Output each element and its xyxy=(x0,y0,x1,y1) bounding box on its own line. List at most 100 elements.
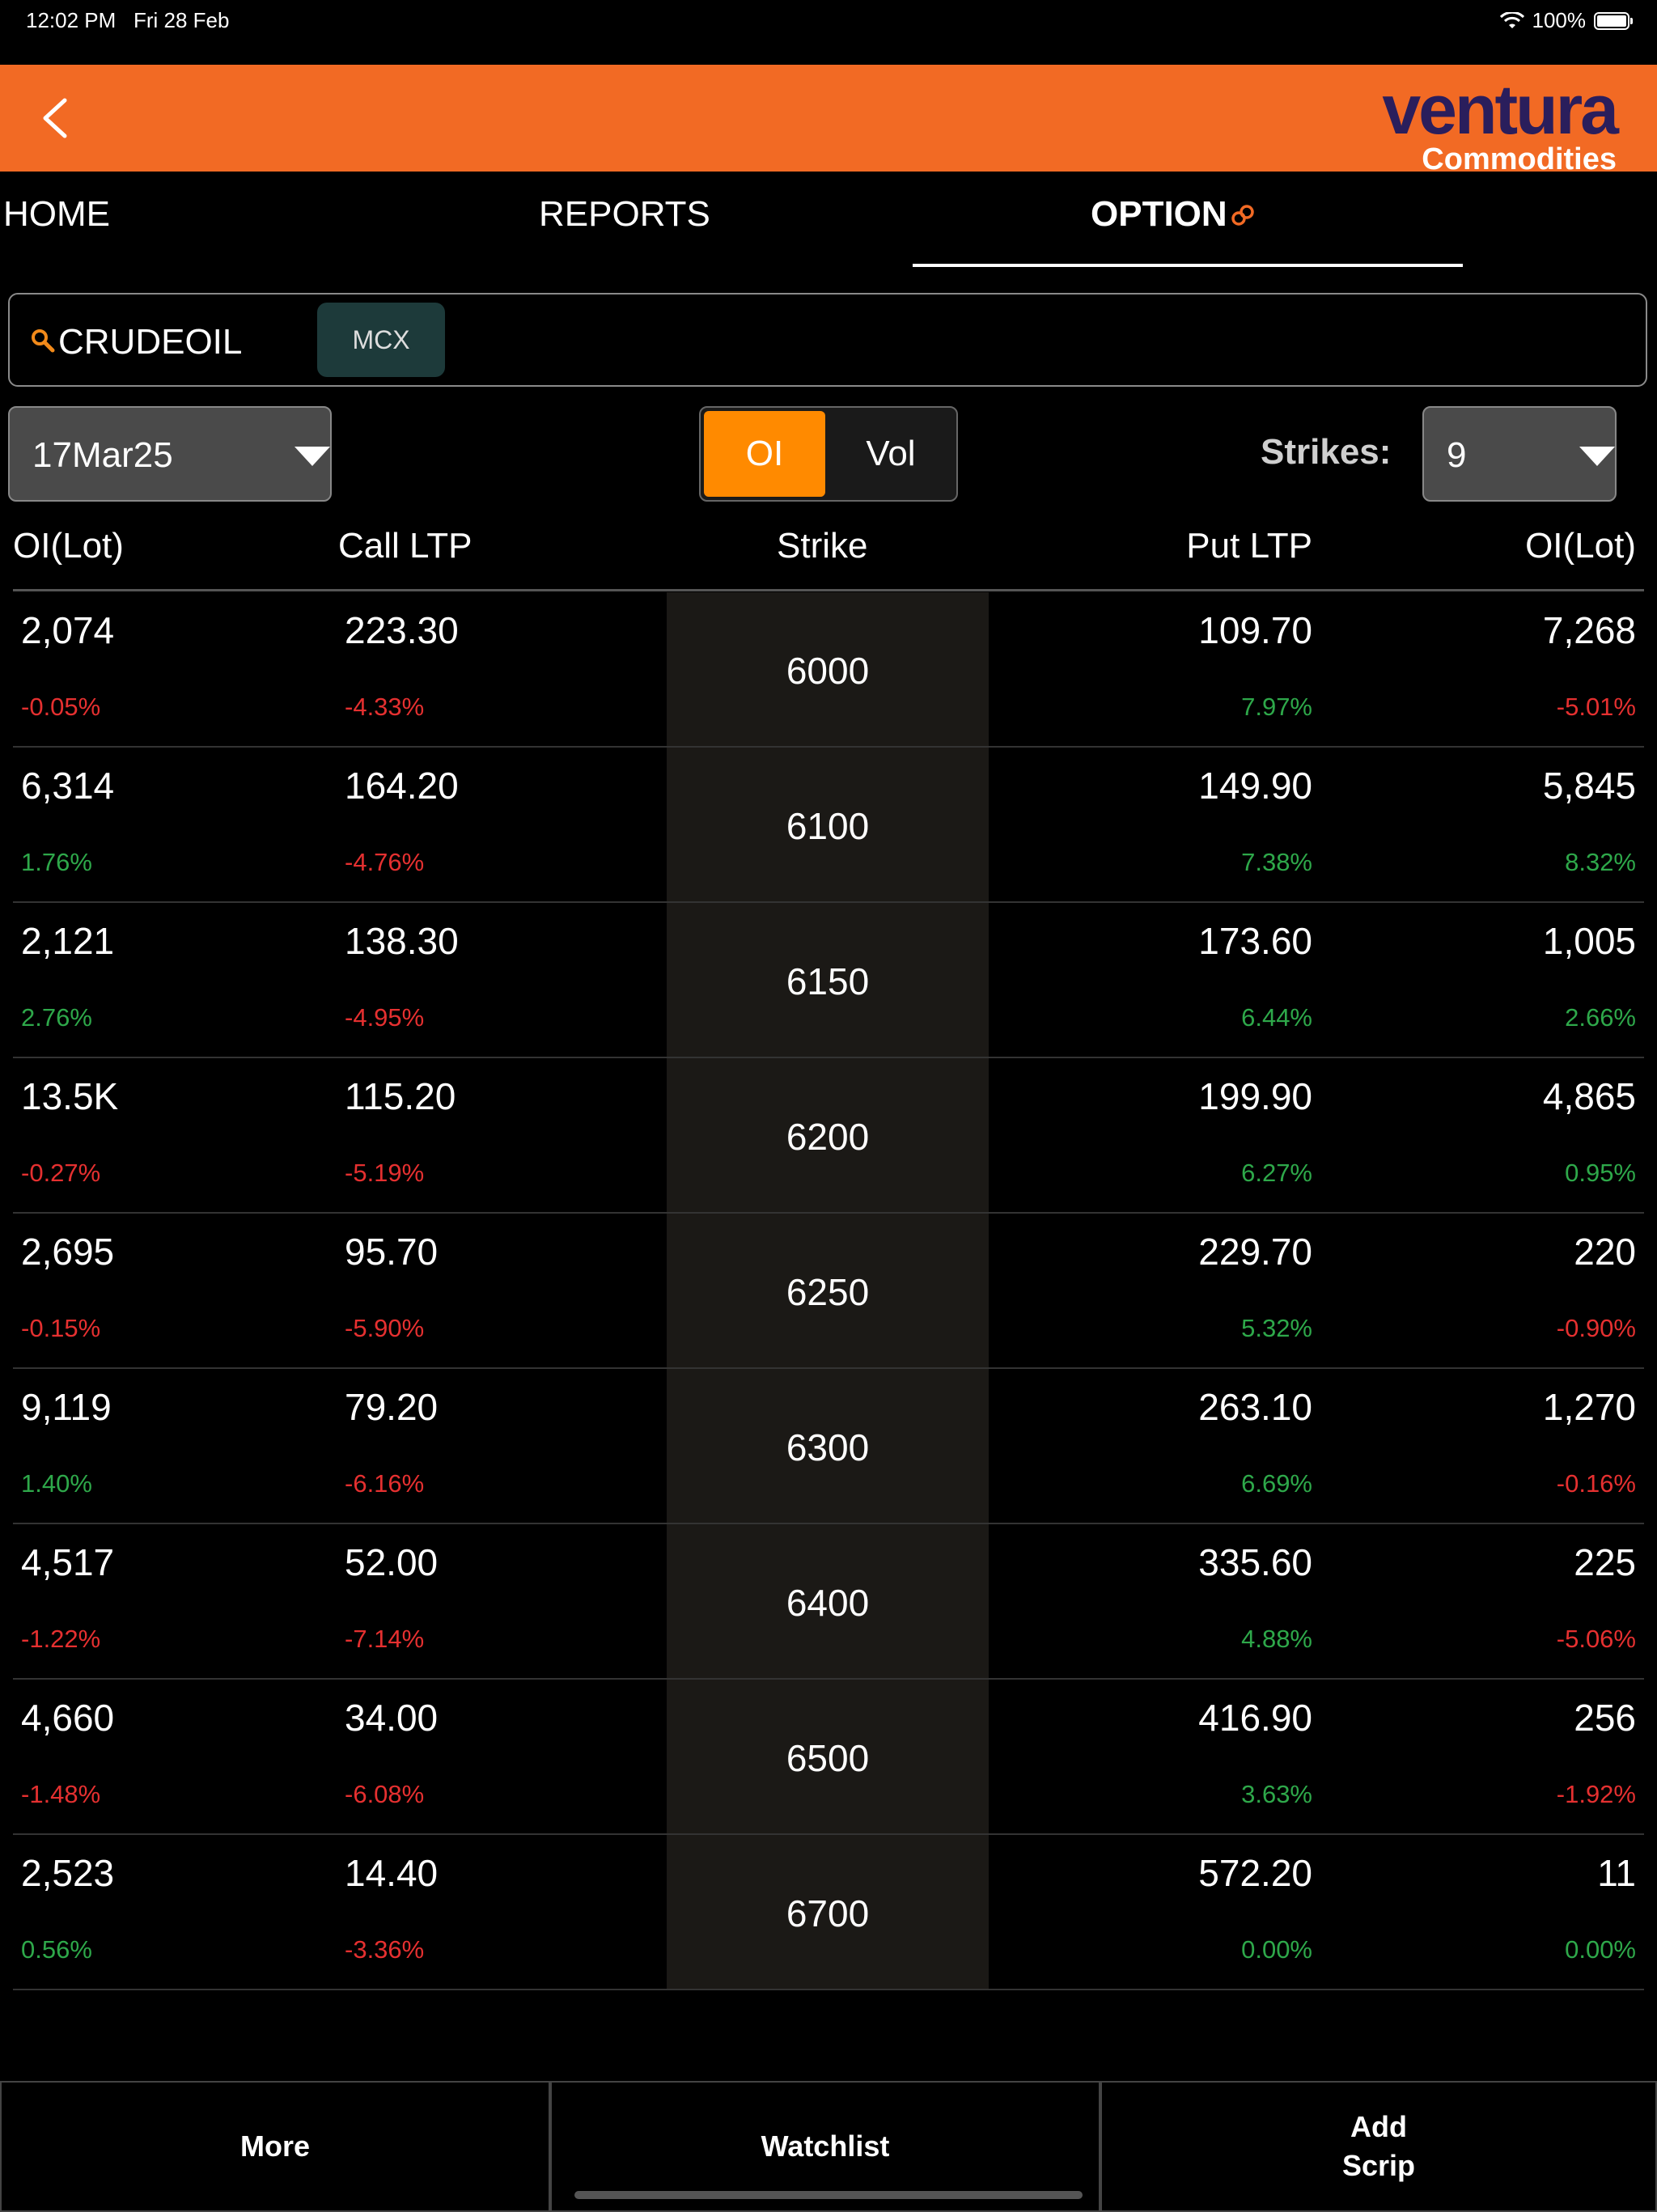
status-time: 12:02 PM Fri 28 Feb xyxy=(26,8,230,32)
put-oi-change: 0.95% xyxy=(1565,1159,1636,1187)
put-ltp-change: 0.00% xyxy=(1241,1935,1312,1964)
call-ltp-value[interactable]: 52.00 xyxy=(345,1540,438,1584)
status-bar: 12:02 PM Fri 28 Feb 100% xyxy=(0,0,1657,65)
call-oi-value[interactable]: 9,119 xyxy=(21,1385,112,1429)
call-ltp-value[interactable]: 223.30 xyxy=(345,608,459,652)
put-oi-value[interactable]: 1,270 xyxy=(1543,1385,1636,1429)
expiry-dropdown[interactable]: 17Mar25 xyxy=(8,406,332,502)
put-ltp-value[interactable]: 149.90 xyxy=(1198,764,1312,807)
put-oi-change: 0.00% xyxy=(1565,1935,1636,1964)
call-oi-change: 1.76% xyxy=(21,848,92,876)
strike-price: 6400 xyxy=(786,1582,870,1624)
put-ltp-value[interactable]: 199.90 xyxy=(1198,1074,1312,1118)
toggle-vol-button[interactable]: Vol xyxy=(830,411,951,497)
chevron-down-icon xyxy=(1579,447,1615,466)
call-oi-value[interactable]: 4,660 xyxy=(21,1696,114,1740)
table-row[interactable]: 4,660 -1.48% 34.00 -6.08% 6500 416.90 3.63% 256… xyxy=(0,1680,1657,1835)
put-oi-value[interactable]: 4,865 xyxy=(1543,1074,1636,1118)
search-value[interactable]: CRUDEOIL xyxy=(58,322,242,362)
search-icon xyxy=(32,329,55,353)
call-oi-value[interactable]: 4,517 xyxy=(21,1540,114,1584)
strike-price: 6200 xyxy=(786,1116,870,1158)
battery-percent: 100% xyxy=(1532,8,1587,32)
call-oi-value[interactable]: 2,074 xyxy=(21,608,114,652)
call-ltp-value[interactable]: 34.00 xyxy=(345,1696,438,1740)
add-scrip-button[interactable]: Add Scrip xyxy=(1100,2083,1657,2212)
column-header-strike: Strike xyxy=(777,526,868,566)
call-ltp-value[interactable]: 95.70 xyxy=(345,1230,438,1273)
call-oi-change: -0.15% xyxy=(21,1314,101,1342)
exchange-chip[interactable]: MCX xyxy=(317,303,445,377)
table-row[interactable]: 2,121 2.76% 138.30 -4.95% 6150 173.60 6.44% 1,0… xyxy=(0,903,1657,1058)
column-header-put-oi: OI(Lot) xyxy=(1525,526,1636,566)
option-chain-table: 2,074 -0.05% 223.30 -4.33% 6000 109.70 7.97% 7,… xyxy=(0,592,1657,1990)
put-ltp-change: 6.27% xyxy=(1241,1159,1312,1187)
battery-icon xyxy=(1594,11,1633,30)
put-ltp-change: 5.32% xyxy=(1241,1314,1312,1342)
call-ltp-value[interactable]: 115.20 xyxy=(345,1074,456,1118)
toggle-oi-button[interactable]: OI xyxy=(704,411,825,497)
put-ltp-value[interactable]: 572.20 xyxy=(1198,1851,1312,1895)
put-oi-change: -5.01% xyxy=(1556,693,1636,721)
call-ltp-change: -5.19% xyxy=(345,1159,425,1187)
put-oi-value[interactable]: 256 xyxy=(1574,1696,1636,1740)
brand-logo: ventura Commodities xyxy=(1382,71,1619,175)
call-oi-change: -1.22% xyxy=(21,1625,101,1653)
column-header-put-ltp: Put LTP xyxy=(1186,526,1312,566)
table-row[interactable]: 2,074 -0.05% 223.30 -4.33% 6000 109.70 7.97% 7,… xyxy=(0,592,1657,748)
call-ltp-change: -6.16% xyxy=(345,1469,425,1498)
column-header-call-oi: OI(Lot) xyxy=(13,526,124,566)
table-row[interactable]: 2,523 0.56% 14.40 -3.36% 6700 572.20 0.00% 11 0.… xyxy=(0,1835,1657,1990)
put-ltp-value[interactable]: 416.90 xyxy=(1198,1696,1312,1740)
logo-word: ventura xyxy=(1382,71,1619,149)
put-ltp-value[interactable]: 335.60 xyxy=(1198,1540,1312,1584)
put-ltp-value[interactable]: 173.60 xyxy=(1198,919,1312,963)
more-button[interactable]: More xyxy=(0,2083,550,2212)
strikes-value: 9 xyxy=(1447,435,1467,475)
call-ltp-value[interactable]: 138.30 xyxy=(345,919,459,963)
call-ltp-value[interactable]: 79.20 xyxy=(345,1385,438,1429)
oi-vol-toggle[interactable]: OI Vol xyxy=(699,406,958,502)
table-row[interactable]: 13.5K -0.27% 115.20 -5.19% 6200 199.90 6.27% 4,… xyxy=(0,1058,1657,1214)
call-ltp-change: -4.76% xyxy=(345,848,425,876)
table-row[interactable]: 6,314 1.76% 164.20 -4.76% 6100 149.90 7.38% 5,8… xyxy=(0,748,1657,903)
call-oi-change: -0.05% xyxy=(21,693,101,721)
call-oi-value[interactable]: 2,523 xyxy=(21,1851,114,1895)
put-oi-value[interactable]: 220 xyxy=(1574,1230,1636,1273)
put-oi-change: -5.06% xyxy=(1556,1625,1636,1653)
strike-price: 6500 xyxy=(786,1737,870,1779)
strike-price: 6150 xyxy=(786,960,870,1002)
back-arrow-icon[interactable] xyxy=(32,94,81,142)
table-row[interactable]: 4,517 -1.22% 52.00 -7.14% 6400 335.60 4.88% 225… xyxy=(0,1524,1657,1680)
put-ltp-value[interactable]: 263.10 xyxy=(1198,1385,1312,1429)
call-oi-change: -0.27% xyxy=(21,1159,101,1187)
put-oi-value[interactable]: 7,268 xyxy=(1543,608,1636,652)
tab-home[interactable]: HOME xyxy=(3,194,110,235)
call-oi-value[interactable]: 13.5K xyxy=(21,1074,118,1118)
put-oi-change: -0.16% xyxy=(1556,1469,1636,1498)
strikes-dropdown[interactable]: 9 xyxy=(1422,406,1617,502)
put-ltp-value[interactable]: 109.70 xyxy=(1198,608,1312,652)
call-ltp-value[interactable]: 164.20 xyxy=(345,764,459,807)
strike-price: 6250 xyxy=(786,1271,870,1313)
symbol-search[interactable]: CRUDEOIL MCX xyxy=(8,293,1647,387)
tab-reports[interactable]: REPORTS xyxy=(539,194,710,235)
call-oi-value[interactable]: 2,121 xyxy=(21,919,114,963)
home-indicator xyxy=(574,2191,1083,2199)
put-oi-value[interactable]: 5,845 xyxy=(1543,764,1636,807)
put-oi-change: -0.90% xyxy=(1556,1314,1636,1342)
put-oi-value[interactable]: 225 xyxy=(1574,1540,1636,1584)
strike-price: 6300 xyxy=(786,1426,870,1468)
table-row[interactable]: 9,119 1.40% 79.20 -6.16% 6300 263.10 6.69% 1,27… xyxy=(0,1369,1657,1524)
table-row[interactable]: 2,695 -0.15% 95.70 -5.90% 6250 229.70 5.32% 220… xyxy=(0,1214,1657,1369)
chevron-down-icon xyxy=(295,447,330,466)
call-ltp-value[interactable]: 14.40 xyxy=(345,1851,438,1895)
call-oi-value[interactable]: 6,314 xyxy=(21,764,114,807)
put-oi-value[interactable]: 1,005 xyxy=(1543,919,1636,963)
tab-option[interactable]: OPTION xyxy=(1091,194,1257,235)
call-oi-change: -1.48% xyxy=(21,1780,101,1808)
put-ltp-value[interactable]: 229.70 xyxy=(1198,1230,1312,1273)
put-oi-value[interactable]: 11 xyxy=(1597,1851,1636,1895)
call-ltp-change: -6.08% xyxy=(345,1780,425,1808)
call-oi-value[interactable]: 2,695 xyxy=(21,1230,114,1273)
